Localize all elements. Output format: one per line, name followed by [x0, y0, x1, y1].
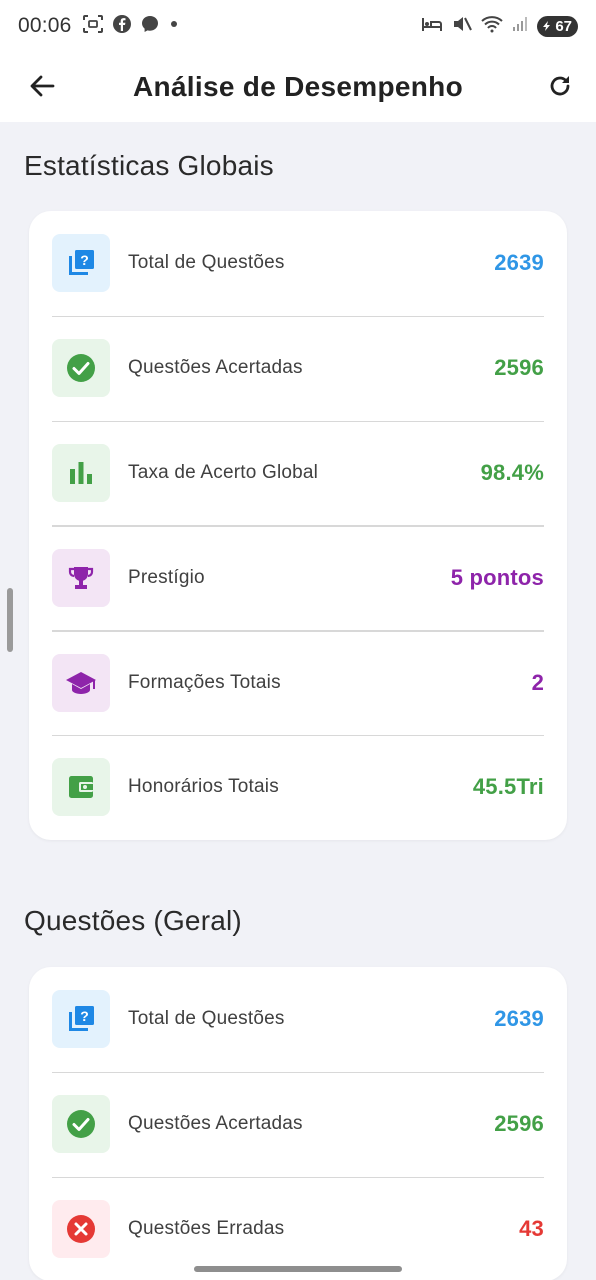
stat-value: 2 — [531, 669, 544, 695]
global-stats-card: ? Total de Questões 2639 Questões Acerta… — [29, 211, 567, 840]
battery-icon: 67 — [537, 15, 578, 37]
dot-icon — [168, 17, 180, 35]
battery-level: 67 — [555, 17, 572, 35]
stat-row-wrong-questions: Questões Erradas 43 — [29, 1176, 567, 1280]
scrollbar[interactable] — [7, 588, 13, 652]
app-bar: Análise de Desempenho — [0, 52, 596, 122]
stat-label: Total de Questões — [128, 1008, 285, 1030]
quiz-icon: ? — [52, 234, 110, 293]
stat-value: 2639 — [494, 250, 544, 276]
section-title-global-stats: Estatísticas Globais — [24, 150, 274, 181]
bed-icon — [421, 15, 443, 38]
screenshot-icon — [82, 14, 104, 39]
stat-value: 2639 — [494, 1006, 544, 1032]
wallet-icon — [52, 758, 110, 817]
stat-value: 45.5Tri — [472, 774, 544, 800]
stat-label: Prestígio — [128, 566, 205, 588]
status-time: 00:06 — [18, 14, 72, 37]
stat-label: Questões Acertadas — [128, 1113, 303, 1135]
stat-label: Questões Erradas — [128, 1217, 285, 1239]
back-button[interactable] — [22, 66, 62, 106]
stat-label: Honorários Totais — [128, 776, 279, 798]
stat-value: 98.4% — [480, 459, 544, 485]
stats-content[interactable]: Estatísticas Globais ? Total de Questões… — [0, 122, 596, 1280]
messenger-icon — [140, 14, 160, 39]
stat-row-total-fees: Honorários Totais 45.5Tri — [29, 734, 567, 840]
stat-value: 2596 — [494, 1111, 544, 1137]
svg-text:?: ? — [80, 1008, 89, 1024]
error-circle-icon — [52, 1199, 110, 1258]
mute-icon — [452, 15, 473, 38]
quiz-icon: ? — [52, 990, 110, 1049]
status-bar: 00:06 67 — [0, 0, 596, 52]
svg-text:?: ? — [80, 252, 89, 268]
stat-row-total-questions: ? Total de Questões 2639 — [29, 967, 567, 1072]
wifi-icon — [481, 15, 503, 38]
check-circle-icon — [52, 1095, 110, 1154]
stat-row-total-formations: Formações Totais 2 — [29, 630, 567, 735]
arrow-back-icon — [30, 75, 55, 97]
page-title: Análise de Desempenho — [133, 71, 463, 102]
bar-chart-icon — [52, 443, 110, 502]
stat-row-global-accuracy: Taxa de Acerto Global 98.4% — [29, 420, 567, 526]
stat-label: Taxa de Acerto Global — [128, 461, 319, 483]
section-title-questions-general: Questões (Geral) — [24, 905, 242, 936]
home-indicator[interactable] — [194, 1266, 402, 1272]
stat-label: Formações Totais — [128, 671, 281, 693]
trophy-icon — [52, 548, 110, 607]
stat-value: 5 pontos — [450, 564, 544, 590]
stat-row-correct-questions: Questões Acertadas 2596 — [29, 315, 567, 421]
stat-row-total-questions: ? Total de Questões 2639 — [29, 211, 567, 316]
stat-value: 43 — [519, 1215, 544, 1241]
refresh-button[interactable] — [540, 66, 580, 106]
signal-icon — [512, 16, 528, 37]
questions-general-card: ? Total de Questões 2639 Questões Acerta… — [29, 967, 567, 1280]
stat-value: 2596 — [494, 355, 544, 381]
stat-label: Total de Questões — [128, 252, 285, 274]
stat-row-correct-questions: Questões Acertadas 2596 — [29, 1071, 567, 1177]
stat-row-prestige: Prestígio 5 pontos — [29, 525, 567, 630]
graduation-cap-icon — [52, 653, 110, 712]
facebook-icon — [112, 14, 132, 39]
stat-label: Questões Acertadas — [128, 357, 303, 379]
check-circle-icon — [52, 339, 110, 398]
refresh-icon — [550, 76, 570, 96]
